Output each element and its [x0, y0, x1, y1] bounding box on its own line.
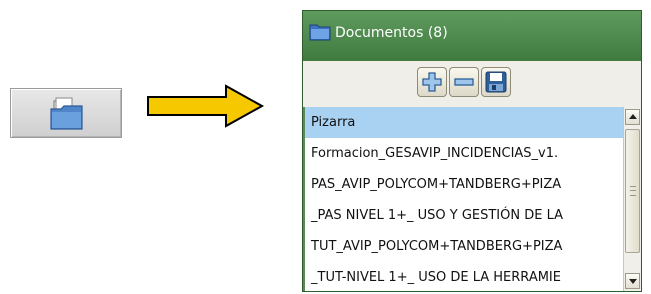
list-item[interactable]: _PAS NIVEL 1+_ USO Y GESTIÓN DE LA: [305, 200, 623, 231]
scroll-thumb[interactable]: [625, 129, 640, 253]
list-item[interactable]: TUT_AVIP_POLYCOM+TANDBERG+PIZA: [305, 231, 623, 262]
panel-header: Documentos (8): [303, 11, 641, 61]
open-folder-button[interactable]: [10, 88, 122, 138]
scroll-up-button[interactable]: [625, 109, 640, 125]
floppy-disk-icon: [485, 71, 507, 93]
list-item[interactable]: Formacion_GESAVIP_INCIDENCIAS_v1.: [305, 138, 623, 169]
remove-button[interactable]: [449, 67, 479, 97]
plus-icon: [422, 72, 442, 92]
folder-open-icon: [50, 97, 83, 130]
list-item[interactable]: PAS_AVIP_POLYCOM+TANDBERG+PIZA: [305, 169, 623, 200]
panel-title: Documentos (8): [335, 25, 448, 41]
vertical-scrollbar[interactable]: [623, 107, 641, 291]
list-item[interactable]: Pizarra: [305, 107, 623, 138]
scroll-down-button[interactable]: [625, 273, 640, 289]
add-button[interactable]: [417, 67, 447, 97]
right-arrow-icon: [147, 84, 265, 128]
documents-panel: Documentos (8) Pizarra Formacion_GESAVIP…: [302, 10, 642, 292]
save-button[interactable]: [481, 67, 511, 97]
list-item[interactable]: _TUT-NIVEL 1+_ USO DE LA HERRAMIE: [305, 262, 623, 291]
panel-toolbar: [303, 61, 641, 107]
document-list[interactable]: Pizarra Formacion_GESAVIP_INCIDENCIAS_v1…: [305, 107, 623, 291]
minus-icon: [454, 78, 474, 86]
folder-icon: [309, 24, 331, 41]
